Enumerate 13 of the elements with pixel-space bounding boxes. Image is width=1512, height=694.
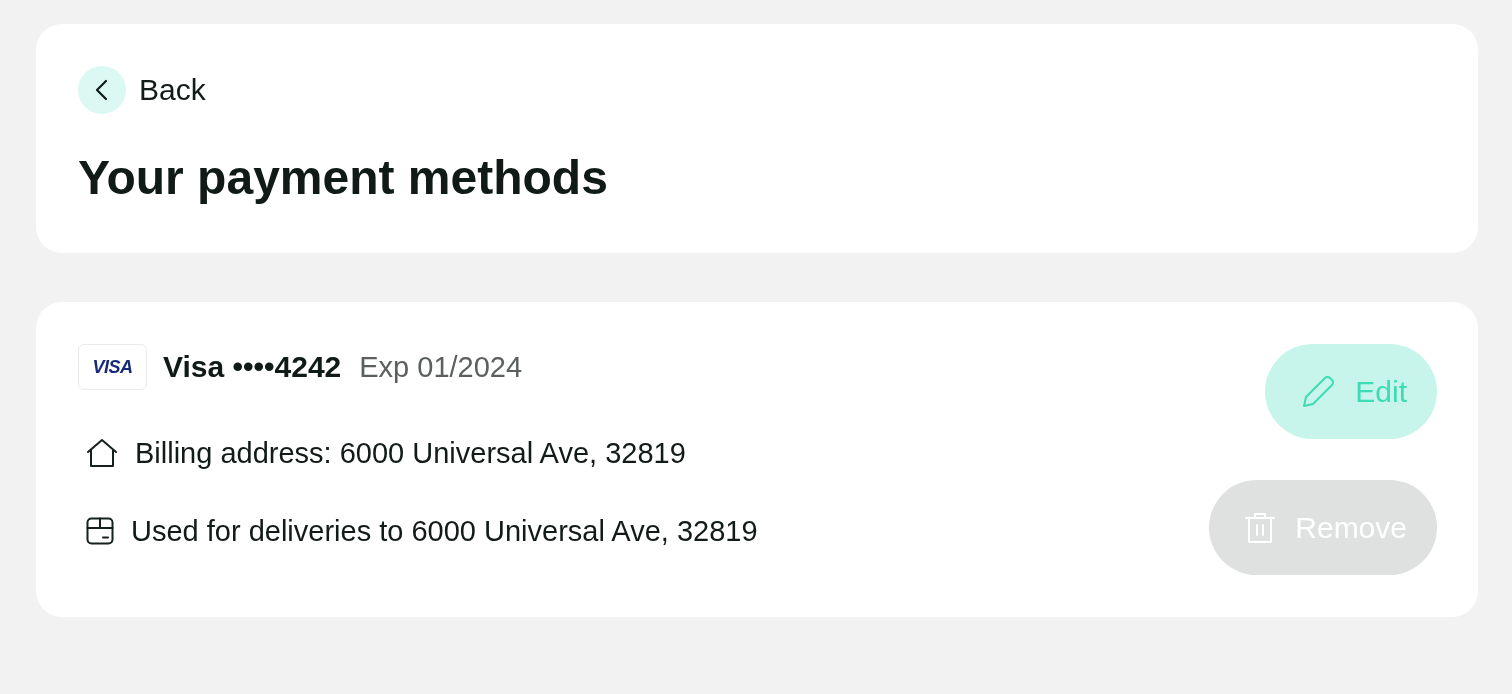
expiry-date: Exp 01/2024 <box>359 350 523 384</box>
back-button[interactable]: Back <box>78 66 206 114</box>
page-title: Your payment methods <box>78 150 608 206</box>
chevron-left-icon <box>78 66 126 114</box>
card-name: Visa ••••4242 <box>163 350 342 384</box>
box-icon <box>86 517 114 545</box>
trash-icon <box>1245 511 1276 544</box>
billing-address: Billing address: 6000 Universal Ave, 32819 <box>135 436 686 470</box>
edit-button[interactable]: Edit <box>1265 344 1437 439</box>
pencil-icon <box>1301 374 1336 409</box>
house-icon <box>86 438 118 468</box>
delivery-address: Used for deliveries to 6000 Universal Ave, 32819 <box>131 514 758 548</box>
card-logo: VISA <box>78 344 147 390</box>
